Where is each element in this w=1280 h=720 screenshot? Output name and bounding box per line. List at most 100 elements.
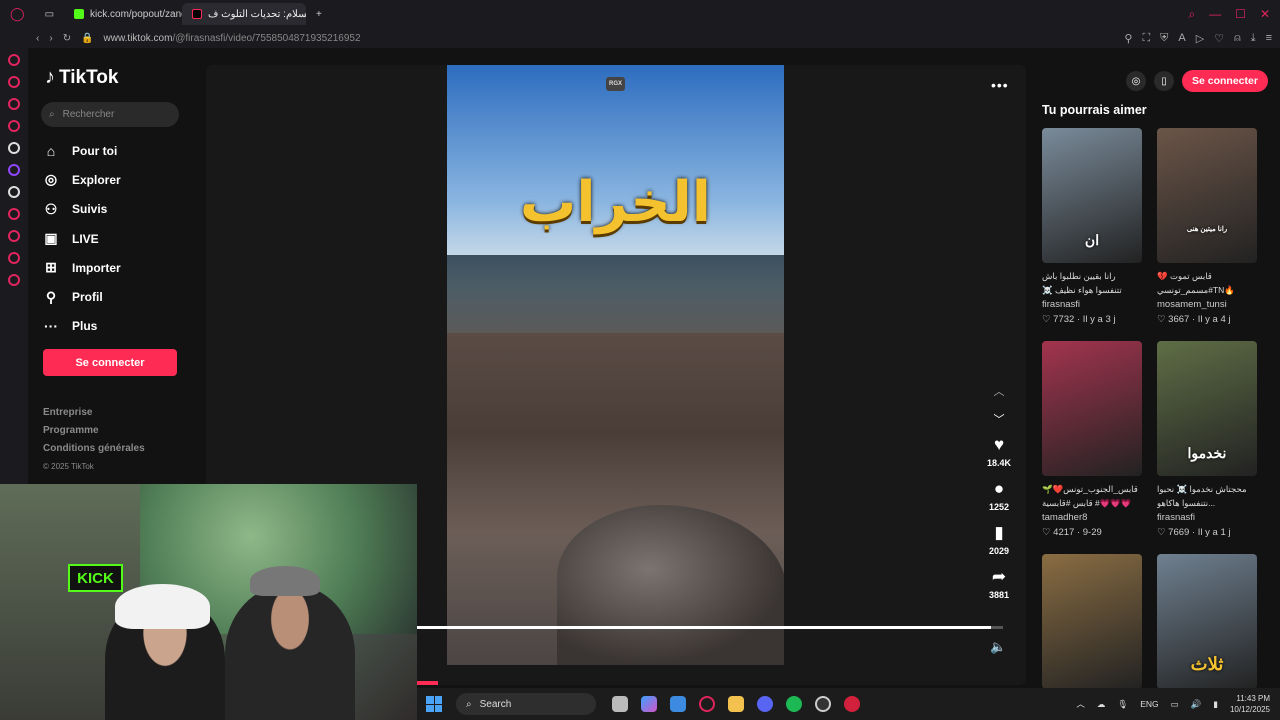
footer-link-company[interactable]: Entreprise — [43, 404, 145, 422]
taskbar-search[interactable]: ⌕ Search — [456, 693, 596, 715]
mic-icon[interactable]: 🎙 — [1117, 699, 1128, 710]
spotify-icon[interactable] — [786, 696, 802, 712]
language-indicator[interactable]: ENG — [1140, 699, 1158, 709]
coins-icon[interactable]: ◎ — [1126, 71, 1146, 91]
browser-tab-tiktok[interactable]: شط السلام: تحديات التلوث ف... — [182, 3, 307, 25]
windows-start-icon[interactable] — [426, 696, 442, 712]
rail-login-button[interactable]: Se connecter — [1182, 70, 1268, 92]
recommendation-card[interactable]: ان رانا بقيين نطلبوا باش تتنفسوا هواء نظ… — [1042, 128, 1142, 325]
login-button[interactable]: Se connecter — [43, 349, 177, 376]
comment-button[interactable]: ● 1252 — [989, 479, 1009, 523]
shield-icon[interactable]: ⛨ — [1160, 32, 1168, 45]
sidebar-history-icon[interactable] — [8, 230, 20, 242]
search-input[interactable]: ⌕ Rechercher — [41, 102, 179, 127]
discord-icon[interactable] — [757, 696, 773, 712]
card-username[interactable]: tamadher8 — [1042, 512, 1142, 523]
nav-item-profil[interactable]: ⚲ Profil — [43, 282, 121, 311]
sidebar-arc-icon[interactable] — [8, 142, 20, 154]
like-button[interactable]: ♥ 18.4K — [987, 435, 1011, 479]
video-thumbnail[interactable]: نخدموا — [1157, 341, 1257, 476]
forward-icon[interactable]: › — [49, 33, 52, 44]
account-icon[interactable]: ⍝ — [1234, 32, 1241, 45]
pin-icon[interactable]: ⚲ — [1124, 32, 1132, 45]
sidebar-opera-icon[interactable] — [8, 54, 20, 66]
recommendation-card[interactable]: ثلاث — [1157, 554, 1257, 689]
card-stats: ♡ 7732 · Il y a 3 j — [1042, 314, 1116, 325]
search-icon[interactable]: ⌕ — [1188, 7, 1195, 22]
footer-link-terms[interactable]: Conditions générales — [43, 440, 145, 458]
nav-item-plus[interactable]: ··· Plus — [43, 312, 121, 341]
nav-item-explorer[interactable]: ◎ Explorer — [43, 165, 121, 194]
minimize-icon[interactable]: — — [1209, 7, 1221, 22]
share-button[interactable]: ➦ 3881 — [989, 567, 1009, 611]
search-icon: ⌕ — [466, 698, 472, 710]
app-icon[interactable] — [844, 696, 860, 712]
nav-item-pour-toi[interactable]: ⌂ Pour toi — [43, 136, 121, 165]
video-nav-arrows: ︿ ﹀ — [990, 383, 1008, 427]
cloud-icon[interactable]: ☁ — [1097, 699, 1106, 710]
copilot-icon[interactable] — [641, 696, 657, 712]
previous-video-icon[interactable]: ︿ — [994, 383, 1005, 399]
play-icon[interactable]: ▷ — [1196, 32, 1204, 45]
maximize-icon[interactable]: ☐ — [1235, 7, 1246, 22]
chevron-up-icon[interactable]: ︿ — [1076, 698, 1085, 710]
translate-icon[interactable]: A — [1178, 32, 1185, 45]
reload-icon[interactable]: ↻ — [63, 33, 71, 44]
nav-item-importer[interactable]: ⊞ Importer — [43, 253, 121, 282]
obs-icon[interactable] — [815, 696, 831, 712]
recommendation-card[interactable] — [1042, 554, 1142, 689]
video-thumbnail[interactable]: ان — [1042, 128, 1142, 263]
card-username[interactable]: mosamem_tunsi — [1157, 299, 1257, 310]
back-icon[interactable]: ‹ — [36, 33, 39, 44]
more-options-icon[interactable]: ••• — [991, 77, 1009, 93]
sidebar-twitch-icon[interactable] — [8, 164, 20, 176]
download-icon[interactable]: ⤓ — [1251, 32, 1256, 45]
speaker-icon[interactable]: 🔊 — [1191, 699, 1202, 710]
url-field[interactable]: www.tiktok.com/@firasnasfi/video/7558504… — [104, 33, 361, 44]
sidebar-aria-icon[interactable] — [8, 76, 20, 88]
file-explorer-icon[interactable] — [728, 696, 744, 712]
video-thumbnail[interactable]: ثلاث — [1157, 554, 1257, 689]
new-tab-button[interactable]: + — [306, 3, 332, 25]
task-view-icon[interactable] — [612, 696, 628, 712]
card-username[interactable]: firasnasfi — [1157, 512, 1257, 523]
video-thumbnail[interactable]: رانا ميتين هنى — [1157, 128, 1257, 263]
address-bar: ‹ › ↻ 🔒 www.tiktok.com/@firasnasfi/video… — [28, 28, 1280, 48]
sidebar-news-icon[interactable] — [8, 120, 20, 132]
tab-tile-icon[interactable]: ▭ — [35, 3, 64, 25]
screenshot-icon[interactable]: ⛶ — [1142, 32, 1150, 45]
recommendation-card[interactable]: رانا ميتين هنى 💔 قابس تموت مسمم_تونسي#TN… — [1157, 128, 1257, 325]
card-username[interactable]: firasnasfi — [1042, 299, 1142, 310]
sidebar-player-icon[interactable] — [8, 208, 20, 220]
battery-icon[interactable]: ▮ — [1213, 699, 1218, 710]
next-video-icon[interactable]: ﹀ — [994, 411, 1005, 427]
network-icon[interactable]: ▭ — [1171, 699, 1179, 710]
taskbar-clock[interactable]: 11:43 PM 10/12/2025 — [1230, 693, 1270, 715]
opera-icon[interactable] — [699, 696, 715, 712]
progress-fill — [417, 626, 992, 629]
device-icon[interactable]: ▯ — [1154, 71, 1174, 91]
tiktok-logo[interactable]: ♪ TikTok — [45, 66, 118, 89]
menu-icon[interactable]: ≡ — [1266, 32, 1272, 45]
heart-icon[interactable]: ♡ — [1214, 32, 1224, 45]
store-icon[interactable] — [670, 696, 686, 712]
video-progress-bar[interactable] — [417, 626, 1003, 629]
save-button[interactable]: ▮ 2029 — [989, 523, 1009, 567]
close-icon[interactable]: ✕ — [1260, 7, 1270, 22]
sidebar-extensions-icon[interactable] — [8, 252, 20, 264]
sidebar-messenger-icon[interactable] — [8, 98, 20, 110]
recommendation-card[interactable]: قابس_الجنوب_تونس❤️🌱 # قابس #قابسية💗💗💗#..… — [1042, 341, 1142, 538]
opera-menu-button[interactable]: ◯ — [0, 3, 35, 25]
browser-tab-kick[interactable]: kick.com/popout/zanoun... — [64, 3, 182, 25]
clock-time: 11:43 PM — [1236, 694, 1270, 703]
recommendation-card[interactable]: نخدموا محجتاش نخدموا ☠️ نحبوا نتنفسوا ها… — [1157, 341, 1257, 538]
video-thumbnail[interactable] — [1042, 341, 1142, 476]
sidebar-x-icon[interactable] — [8, 186, 20, 198]
volume-icon[interactable]: 🔈 — [990, 639, 1006, 655]
nav-item-live[interactable]: ▣ LIVE — [43, 224, 121, 253]
sidebar-settings-icon[interactable] — [8, 274, 20, 286]
video-frame[interactable]: الخراب RGX — [447, 65, 784, 665]
video-thumbnail[interactable] — [1042, 554, 1142, 689]
footer-link-program[interactable]: Programme — [43, 422, 145, 440]
nav-item-suivis[interactable]: ⚇ Suivis — [43, 195, 121, 224]
